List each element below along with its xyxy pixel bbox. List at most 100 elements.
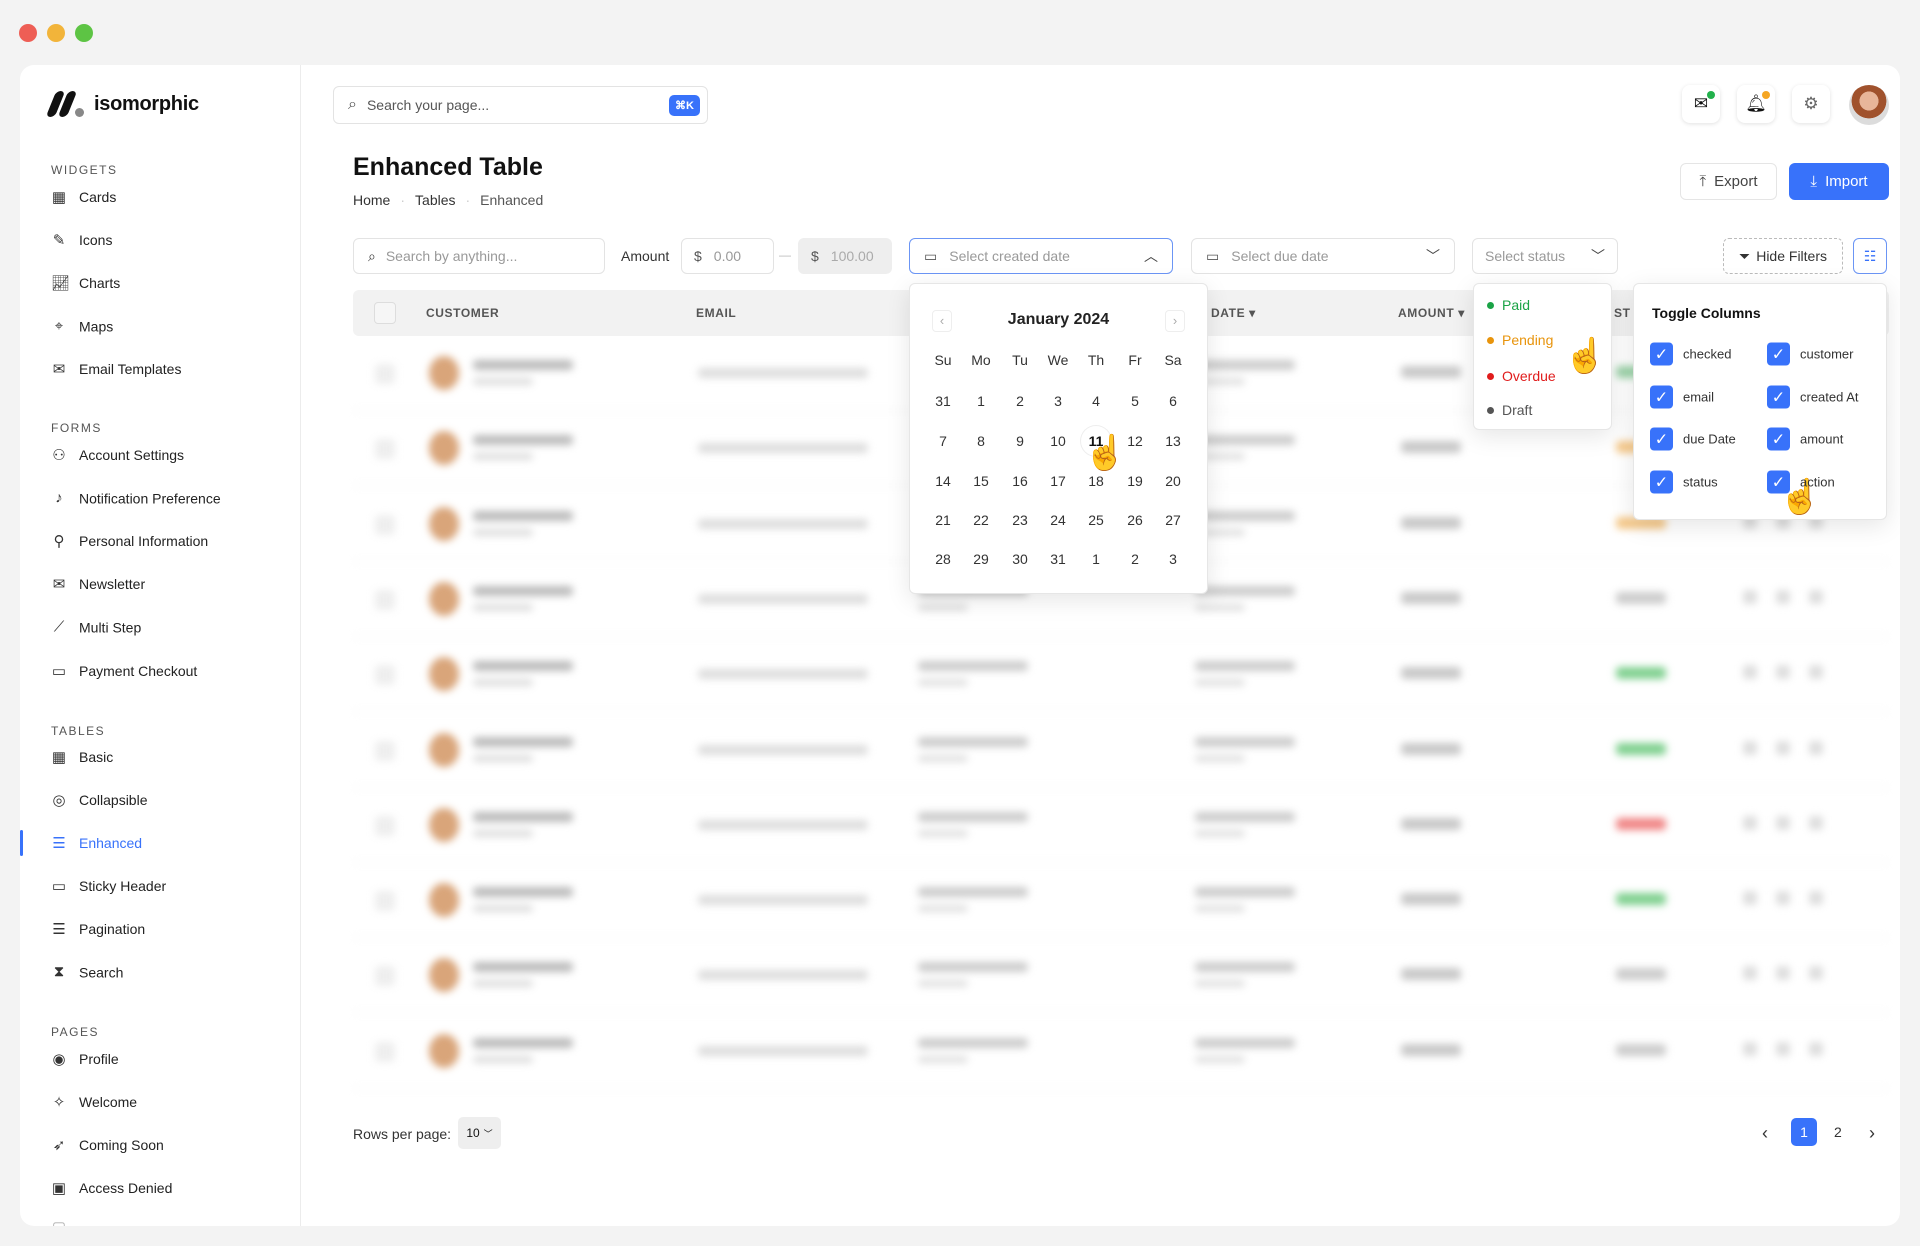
column-checkbox-email[interactable]: ✓ (1650, 385, 1673, 409)
amount-min-input[interactable]: $0.00 (681, 238, 774, 274)
status-option-draft[interactable]: Draft (1487, 402, 1532, 418)
amount-max-input[interactable]: $100.00 (798, 238, 892, 274)
sidebar-item-maps[interactable]: ⌖ Maps (51, 318, 113, 335)
logo[interactable]: isomorphic (45, 91, 199, 117)
calendar-day[interactable]: 25 (1081, 512, 1111, 528)
sidebar-item-account-settings[interactable]: ⚇ Account Settings (51, 446, 184, 464)
sidebar-item-payment-checkout[interactable]: ▭ Payment Checkout (51, 662, 197, 680)
column-checkbox-status[interactable]: ✓ (1650, 470, 1673, 494)
minimize-window-button[interactable] (47, 24, 65, 42)
calendar-day[interactable]: 6 (1158, 393, 1188, 409)
sidebar-item-newsletter[interactable]: ✉ Newsletter (51, 575, 145, 593)
column-checkbox-customer[interactable]: ✓ (1767, 342, 1790, 366)
sidebar-item-notification-preference[interactable]: ♪ Notification Preference (51, 490, 220, 507)
breadcrumb-tables[interactable]: Tables (415, 192, 455, 208)
breadcrumb-home[interactable]: Home (353, 192, 390, 208)
sidebar-item-charts[interactable]: 📈︎ Charts (51, 274, 120, 292)
sidebar-item-cards[interactable]: ▦ Cards (51, 188, 116, 206)
column-checkbox-due-date[interactable]: ✓ (1650, 427, 1673, 451)
calendar-day[interactable]: 29 (966, 551, 996, 567)
sidebar-item-collapsible[interactable]: ◎ Collapsible (51, 791, 147, 809)
calendar-day[interactable]: 28 (928, 551, 958, 567)
calendar-day[interactable]: 21 (928, 512, 958, 528)
hide-filters-button[interactable]: ⏷ Hide Filters (1723, 238, 1843, 274)
calendar-day[interactable]: 5 (1120, 393, 1150, 409)
column-status[interactable]: ST (1614, 306, 1631, 320)
calendar-day[interactable]: 26 (1120, 512, 1150, 528)
column-checkbox-checked[interactable]: ✓ (1650, 342, 1673, 366)
calendar-day[interactable]: 13 (1158, 433, 1188, 449)
calendar-day[interactable]: 24 (1043, 512, 1073, 528)
sidebar-item-enhanced[interactable]: ☰ Enhanced (51, 834, 142, 852)
prev-page-button[interactable]: ‹ (1762, 1123, 1768, 1144)
next-page-button[interactable]: › (1869, 1123, 1875, 1144)
sidebar-item-basic[interactable]: ▦ Basic (51, 748, 113, 766)
sidebar-item-search[interactable]: ⧗ Search (51, 964, 124, 981)
close-window-button[interactable] (19, 24, 37, 42)
column-checkbox-created-at[interactable]: ✓ (1767, 385, 1790, 409)
sidebar-item-icons[interactable]: ✎ Icons (51, 231, 113, 249)
column-email[interactable]: EMAIL (696, 306, 736, 320)
calendar-day[interactable]: 1 (966, 393, 996, 409)
calendar-day[interactable]: 31 (1043, 551, 1073, 567)
calendar-day[interactable]: 18 (1081, 473, 1111, 489)
sidebar-item-welcome[interactable]: ✧ Welcome (51, 1093, 137, 1111)
sidebar-item-multi-step[interactable]: ⟋ Multi Step (51, 619, 142, 636)
calendar-day[interactable]: 20 (1158, 473, 1188, 489)
messages-button[interactable]: ✉ (1682, 85, 1720, 123)
table-row[interactable] (353, 788, 1889, 863)
page-1-button[interactable]: 1 (1791, 1118, 1817, 1146)
calendar-day[interactable]: 23 (1005, 512, 1035, 528)
due-date-select[interactable]: ▭ Select due date ﹀ (1191, 238, 1455, 274)
calendar-day[interactable]: 19 (1120, 473, 1150, 489)
calendar-day[interactable]: 3 (1043, 393, 1073, 409)
created-date-select[interactable]: ▭ Select created date ︿ (909, 238, 1173, 274)
next-month-button[interactable]: › (1165, 310, 1185, 332)
status-option-paid[interactable]: Paid (1487, 297, 1530, 313)
status-option-overdue[interactable]: Overdue (1487, 368, 1556, 384)
table-search-input[interactable]: ⌕ Search by anything... (353, 238, 605, 274)
calendar-day[interactable]: 30 (1005, 551, 1035, 567)
calendar-day[interactable]: 4 (1081, 393, 1111, 409)
table-row[interactable] (353, 637, 1889, 713)
calendar-day[interactable]: 8 (966, 433, 996, 449)
settings-button[interactable]: ⚙ (1792, 85, 1830, 123)
global-search[interactable]: ⌕ Search your page... ⌘K (333, 86, 708, 124)
calendar-day[interactable]: 3 (1158, 551, 1188, 567)
sidebar-item-profile[interactable]: ◉ Profile (51, 1050, 118, 1068)
calendar-day[interactable]: 1 (1081, 551, 1111, 567)
status-option-pending[interactable]: Pending (1487, 332, 1553, 348)
calendar-day[interactable]: 10 (1043, 433, 1073, 449)
sidebar-item-partial[interactable]: ▢ (51, 1218, 67, 1226)
column-checkbox-amount[interactable]: ✓ (1767, 427, 1790, 451)
sidebar-item-email-templates[interactable]: ✉ Email Templates (51, 360, 182, 378)
maximize-window-button[interactable] (75, 24, 93, 42)
import-button[interactable]: ⤓ Import (1789, 163, 1889, 200)
sidebar-item-personal-information[interactable]: ⚲ Personal Information (51, 532, 209, 550)
column-toggle-button[interactable]: ☷ (1853, 238, 1887, 274)
sidebar-item-sticky-header[interactable]: ▭ Sticky Header (51, 877, 166, 895)
table-row[interactable] (353, 1014, 1889, 1089)
avatar[interactable] (1849, 85, 1889, 125)
column-customer[interactable]: CUSTOMER (426, 306, 499, 320)
calendar-day[interactable]: 17 (1043, 473, 1073, 489)
calendar-day[interactable]: 31 (928, 393, 958, 409)
select-all-checkbox[interactable] (374, 302, 396, 324)
sidebar-item-access-denied[interactable]: ▣ Access Denied (51, 1179, 172, 1197)
calendar-day[interactable]: 27 (1158, 512, 1188, 528)
notifications-button[interactable]: 🔔︎ (1737, 85, 1775, 123)
calendar-day[interactable]: 2 (1120, 551, 1150, 567)
rows-per-page-select[interactable]: 10 ﹀ (458, 1117, 501, 1149)
sidebar-item-pagination[interactable]: ☰ Pagination (51, 920, 145, 938)
calendar-day[interactable]: 15 (966, 473, 996, 489)
column-checkbox-action[interactable]: ✓ (1767, 470, 1790, 494)
calendar-day[interactable]: 14 (928, 473, 958, 489)
table-row[interactable] (353, 863, 1889, 939)
sidebar-item-coming-soon[interactable]: ➶ Coming Soon (51, 1136, 164, 1154)
calendar-day[interactable]: 2 (1005, 393, 1035, 409)
calendar-day[interactable]: 9 (1005, 433, 1035, 449)
column-amount[interactable]: AMOUNT ▾ (1398, 306, 1465, 320)
status-select[interactable]: Select status ﹀ (1472, 238, 1618, 274)
calendar-day[interactable]: 16 (1005, 473, 1035, 489)
export-button[interactable]: ⤒ Export (1680, 163, 1777, 200)
